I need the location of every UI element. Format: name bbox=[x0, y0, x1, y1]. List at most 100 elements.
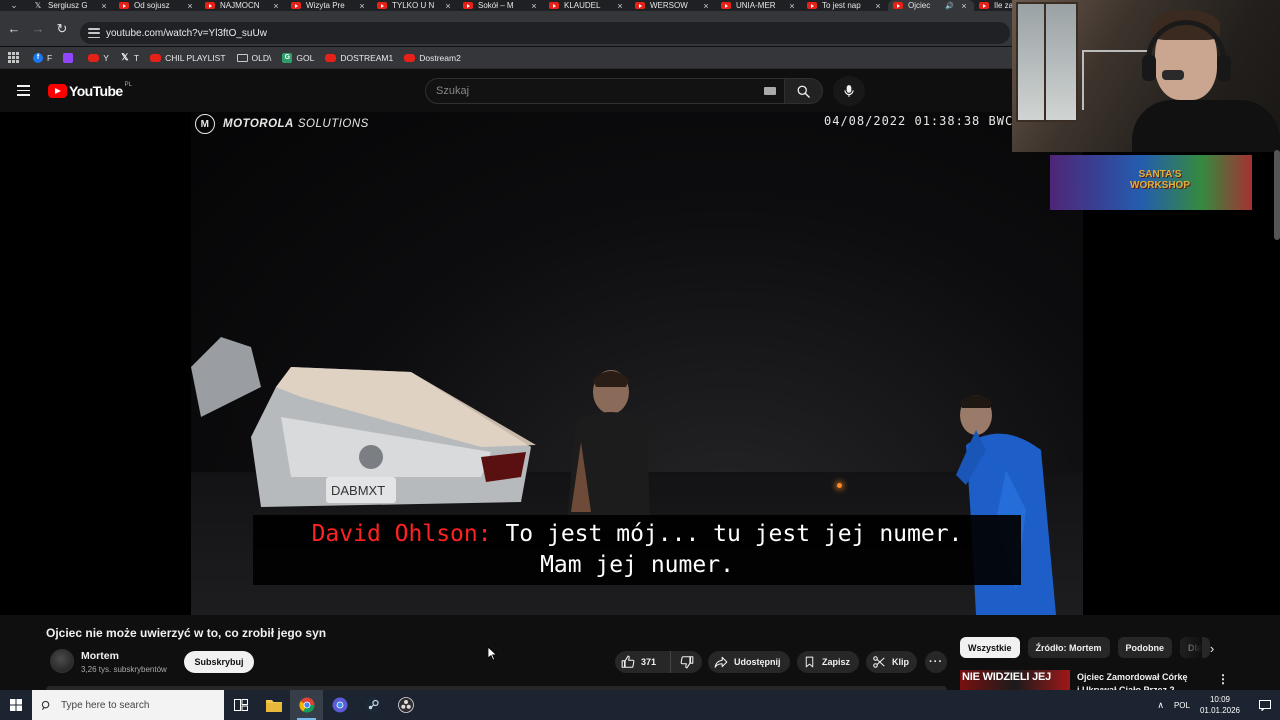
search-icon bbox=[797, 85, 810, 98]
channel-avatar[interactable] bbox=[50, 649, 74, 673]
browser-tab[interactable]: Wizyta Pre × bbox=[286, 0, 372, 11]
bookmark-item[interactable]: 𝕏T bbox=[120, 52, 139, 63]
bookmark-item[interactable]: CHIL PLAYLIST bbox=[150, 53, 226, 63]
dislike-button[interactable] bbox=[671, 651, 702, 673]
notifications-button[interactable] bbox=[1250, 690, 1280, 720]
filter-chip[interactable]: Źródło: Mortem bbox=[1027, 637, 1110, 658]
obs-icon[interactable] bbox=[389, 690, 422, 720]
channel-subscriber-count: 3,26 tys. subskrybentów bbox=[81, 665, 167, 674]
microphone-icon bbox=[844, 85, 854, 97]
browser-tab[interactable]: 𝕏 Sergiusz G × bbox=[28, 0, 114, 11]
bookmark-item[interactable]: Dostream2 bbox=[404, 53, 461, 63]
close-icon[interactable]: × bbox=[270, 1, 282, 11]
windows-taskbar: Type here to search ∧ POL 10:09 01.01.20… bbox=[0, 690, 1280, 720]
tab-search-button[interactable]: ⌄ bbox=[0, 0, 28, 11]
search-button[interactable] bbox=[785, 78, 823, 104]
voice-search-button[interactable] bbox=[833, 76, 865, 106]
recommended-video-thumbnail[interactable]: NIE WIDZIELI JEJ bbox=[960, 670, 1070, 690]
browser-tab[interactable]: Ojciec 🔊 × bbox=[888, 0, 974, 11]
youtube-header: YouTube PL Szukaj bbox=[0, 70, 1010, 112]
start-button[interactable] bbox=[0, 690, 32, 720]
scene-person-left bbox=[566, 370, 651, 532]
recommended-video-title[interactable]: Ojciec Zamordował Córkę i Ukrywał Ciało … bbox=[1077, 671, 1192, 691]
back-button[interactable]: ← bbox=[2, 17, 26, 41]
browser-tab[interactable]: UNIA-MER × bbox=[716, 0, 802, 11]
bookmark-item[interactable]: Y bbox=[88, 53, 109, 63]
task-view-icon[interactable] bbox=[224, 690, 257, 720]
bookmark-label: GOL bbox=[296, 52, 315, 63]
browser-tab[interactable]: To jest nap × bbox=[802, 0, 888, 11]
forward-button[interactable]: → bbox=[26, 17, 50, 41]
youtube-play-icon bbox=[48, 84, 67, 98]
close-icon[interactable]: × bbox=[98, 1, 110, 11]
browser-tab[interactable]: NAJMOCN × bbox=[200, 0, 286, 11]
share-button[interactable]: Udostępnij bbox=[708, 651, 790, 673]
youtube-icon bbox=[463, 2, 473, 9]
share-icon bbox=[714, 656, 728, 668]
youtube-icon bbox=[979, 2, 989, 9]
bookmark-item[interactable]: G GOL bbox=[282, 52, 315, 63]
taskbar-search-input[interactable]: Type here to search bbox=[32, 690, 224, 720]
input-language[interactable]: POL bbox=[1174, 701, 1190, 710]
page-scrollbar[interactable] bbox=[1274, 150, 1280, 240]
channel-name[interactable]: Mortem bbox=[81, 650, 119, 662]
search-input[interactable]: Szukaj bbox=[425, 78, 785, 104]
more-actions-button[interactable]: ··· bbox=[925, 651, 947, 673]
thumbs-down-icon bbox=[680, 656, 693, 669]
chevron-right-icon[interactable]: › bbox=[1202, 637, 1222, 659]
reload-button[interactable]: ↻ bbox=[50, 17, 74, 41]
tab-title: Sokół – M bbox=[478, 1, 514, 10]
x-icon: 𝕏 bbox=[121, 52, 129, 62]
address-bar[interactable]: youtube.com/watch?v=Yl3ftO_suUw bbox=[80, 22, 1010, 44]
bookmark-item[interactable]: OLD\ bbox=[236, 53, 271, 63]
filter-chip[interactable]: Podobne bbox=[1117, 637, 1173, 658]
close-icon[interactable]: × bbox=[872, 1, 884, 11]
bodycam-logo: M MOTOROLA SOLUTIONS bbox=[195, 114, 369, 134]
close-icon[interactable]: × bbox=[356, 1, 368, 11]
close-icon[interactable]: × bbox=[958, 1, 970, 11]
chrome-profile-icon[interactable] bbox=[323, 690, 356, 720]
file-explorer-icon[interactable] bbox=[257, 690, 290, 720]
scene-streetlight bbox=[837, 483, 842, 488]
like-button[interactable]: 371 bbox=[615, 651, 671, 673]
system-clock[interactable]: 10:09 01.01.2026 bbox=[1200, 694, 1240, 716]
subtitle-speaker: David Ohlson: bbox=[311, 521, 492, 547]
youtube-icon bbox=[549, 2, 559, 9]
save-label: Zapisz bbox=[822, 657, 851, 667]
browser-tab[interactable]: Sokół – M × bbox=[458, 0, 544, 11]
close-icon[interactable]: × bbox=[528, 1, 540, 11]
clip-button[interactable]: Klip bbox=[866, 651, 917, 673]
site-info-icon[interactable] bbox=[88, 28, 100, 38]
more-icon: ··· bbox=[929, 656, 943, 668]
keyboard-icon[interactable] bbox=[764, 87, 776, 95]
tray-overflow-icon[interactable]: ∧ bbox=[1157, 700, 1164, 711]
youtube-logo[interactable]: YouTube PL bbox=[48, 82, 132, 99]
save-button[interactable]: Zapisz bbox=[797, 651, 859, 673]
youtube-icon bbox=[807, 2, 817, 9]
speaker-icon[interactable]: 🔊 bbox=[945, 2, 954, 10]
video-subtitles: David Ohlson: To jest mój... tu jest jej… bbox=[253, 515, 1021, 585]
bookmark-item[interactable]: fF bbox=[33, 52, 52, 63]
youtube-icon bbox=[291, 2, 301, 9]
country-code: PL bbox=[124, 82, 132, 88]
close-icon[interactable]: × bbox=[614, 1, 626, 11]
youtube-icon bbox=[377, 2, 387, 9]
kebab-menu-icon[interactable]: ⋮ bbox=[1217, 672, 1229, 686]
chrome-icon[interactable] bbox=[290, 690, 323, 720]
bookmark-item[interactable] bbox=[63, 52, 77, 63]
subscribe-button[interactable]: Subskrybuj bbox=[184, 651, 254, 673]
menu-icon[interactable] bbox=[17, 85, 30, 96]
close-icon[interactable]: × bbox=[184, 1, 196, 11]
close-icon[interactable]: × bbox=[786, 1, 798, 11]
steam-icon[interactable] bbox=[356, 690, 389, 720]
browser-tab[interactable]: TYLKO U N × bbox=[372, 0, 458, 11]
bookmark-item[interactable]: DOSTREAM1 bbox=[325, 53, 393, 63]
subtitle-line-1: David Ohlson: To jest mój... tu jest jej… bbox=[253, 519, 1021, 550]
filter-chip[interactable]: Wszystkie bbox=[960, 637, 1020, 658]
browser-tab[interactable]: Od sojusz × bbox=[114, 0, 200, 11]
close-icon[interactable]: × bbox=[442, 1, 454, 11]
close-icon[interactable]: × bbox=[700, 1, 712, 11]
browser-tab[interactable]: KLAUDEL × bbox=[544, 0, 630, 11]
apps-grid-icon[interactable] bbox=[8, 52, 19, 63]
browser-tab[interactable]: WERSOW × bbox=[630, 0, 716, 11]
